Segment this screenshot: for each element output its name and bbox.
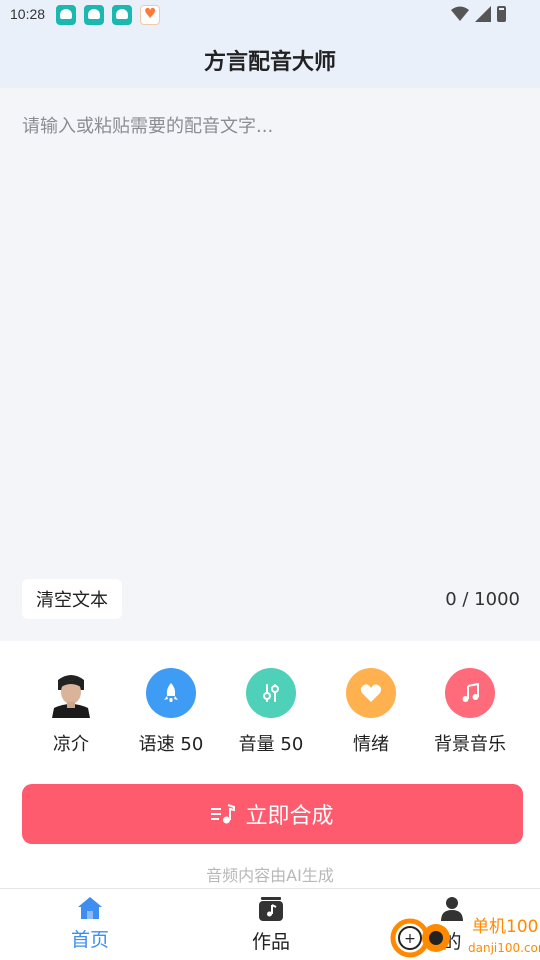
nav-works[interactable]: 作品 [211, 895, 331, 954]
dubbing-text-input[interactable] [22, 112, 518, 552]
svg-text:+: + [404, 931, 416, 947]
speed-option[interactable]: 语速 50 [121, 668, 221, 756]
bgm-option[interactable]: 背景音乐 [420, 668, 520, 756]
synthesize-button[interactable]: 立即合成 [22, 784, 523, 844]
synthesize-label: 立即合成 [245, 804, 334, 829]
speed-label: 语速 50 [138, 734, 204, 755]
status-time: 10:28 [10, 6, 46, 22]
volume-label: 音量 50 [238, 734, 304, 755]
heart-icon [346, 668, 396, 718]
status-bar: 10:28 [0, 0, 540, 32]
app-notification-icon [56, 5, 76, 25]
rocket-icon [146, 668, 196, 718]
emotion-option[interactable]: 情绪 [321, 668, 421, 756]
voice-avatar [46, 668, 96, 718]
voice-options: 凉介 语速 50 音量 50 情绪 背景音乐 [0, 668, 540, 760]
nav-works-label: 作品 [251, 931, 290, 953]
heart-app-icon [140, 5, 160, 25]
ai-generated-note: 音频内容由AI生成 [206, 866, 334, 885]
system-status [451, 6, 506, 22]
voice-selector[interactable]: 凉介 [21, 668, 121, 756]
signal-icon [475, 6, 491, 22]
app-notification-icon [112, 5, 132, 25]
app-notification-icon [84, 5, 104, 25]
wifi-icon [451, 6, 469, 21]
site-watermark: + 单机100网 danji100.com [390, 917, 540, 958]
watermark-url: danji100.com [468, 941, 540, 955]
playlist-music-icon [211, 804, 236, 824]
page-title: 方言配音大师 [203, 50, 336, 75]
music-album-icon [259, 897, 283, 921]
voice-name-label: 凉介 [53, 734, 89, 755]
volume-option[interactable]: 音量 50 [221, 668, 321, 756]
sliders-icon [246, 668, 296, 718]
char-counter: 0 / 1000 [445, 589, 520, 610]
app-bar: 方言配音大师 [0, 32, 540, 88]
music-note-icon [445, 668, 495, 718]
text-editor-area: 清空文本 0 / 1000 [0, 88, 540, 641]
nav-home[interactable]: 首页 [30, 895, 150, 952]
battery-icon [497, 6, 506, 22]
notification-icons [56, 5, 160, 25]
clear-text-button[interactable]: 清空文本 [22, 579, 122, 619]
bgm-label: 背景音乐 [434, 734, 506, 755]
watermark-text: 单机100网 [472, 917, 540, 937]
home-icon [78, 897, 102, 919]
emotion-label: 情绪 [353, 734, 389, 755]
nav-home-label: 首页 [70, 929, 109, 951]
